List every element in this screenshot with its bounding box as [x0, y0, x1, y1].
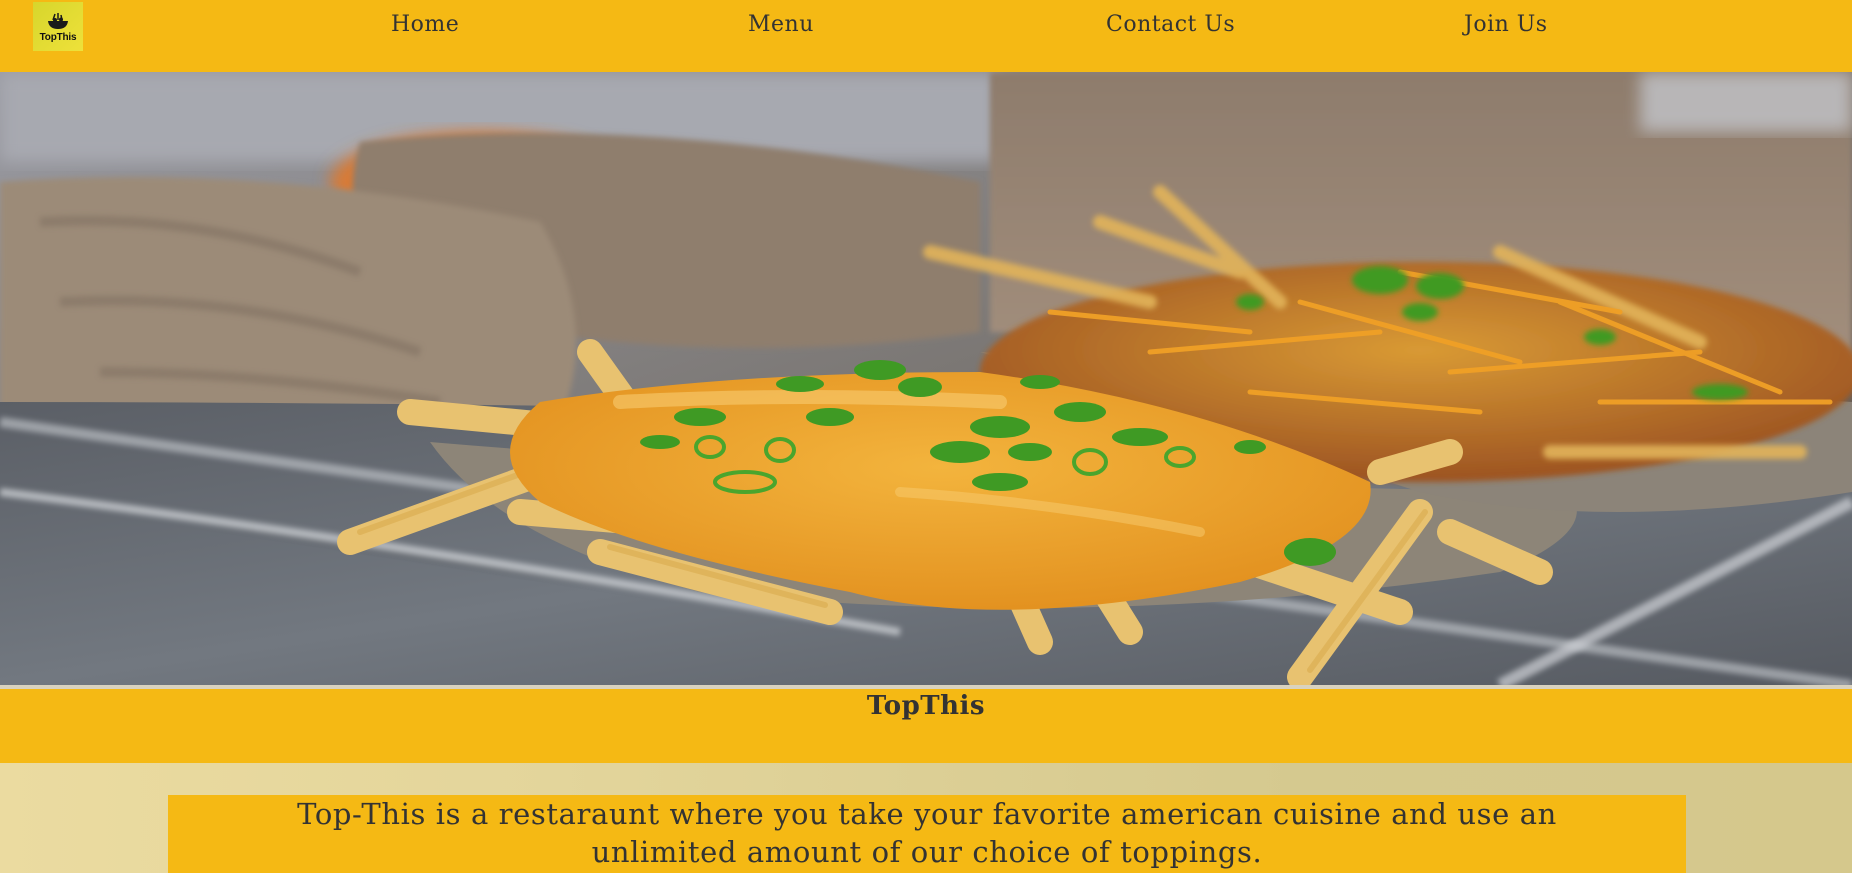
about-box: Top-This is a restaraunt where you take …	[168, 795, 1686, 873]
site-logo[interactable]: TopThis	[33, 2, 83, 51]
top-navbar: TopThis Home Menu Contact Us Join Us	[0, 0, 1852, 72]
brand-title: TopThis	[866, 691, 986, 721]
nav-link-menu[interactable]: Menu	[748, 12, 814, 37]
cheese-fries-photo	[0, 72, 1852, 685]
brand-band: TopThis	[0, 689, 1852, 763]
hero-image	[0, 72, 1852, 685]
nav-link-join-us[interactable]: Join Us	[1464, 12, 1548, 37]
nav-link-contact-us[interactable]: Contact Us	[1106, 12, 1235, 37]
bowl-icon	[48, 12, 68, 29]
about-text: Top-This is a restaraunt where you take …	[297, 797, 1557, 869]
nav-link-home[interactable]: Home	[391, 12, 459, 37]
about-section: Top-This is a restaraunt where you take …	[0, 763, 1852, 873]
logo-text: TopThis	[39, 31, 77, 43]
